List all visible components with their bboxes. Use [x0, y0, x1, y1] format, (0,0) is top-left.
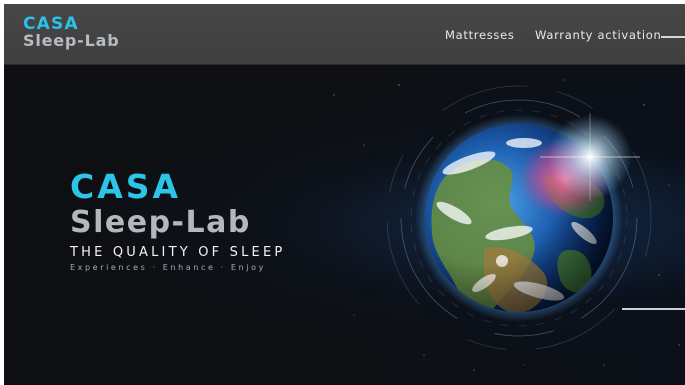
main-nav: Mattresses Warranty activation — [4, 28, 685, 44]
hero-subline: Experiences · Enhance · Enjoy — [70, 263, 266, 272]
top-navigation-bar: CASA Sleep-Lab Mattresses Warranty activ… — [4, 4, 685, 65]
hero-logo: CASA Sleep-Lab — [70, 169, 251, 241]
hero-logo-casa: CASA — [70, 167, 182, 206]
earth-image — [386, 85, 652, 351]
hero-logo-sleep-lab: Sleep-Lab — [70, 205, 251, 240]
page-frame: CASA Sleep-Lab Mattresses Warranty activ… — [4, 4, 685, 385]
nav-link-warranty-activation[interactable]: Warranty activation — [535, 28, 662, 42]
nav-link-mattresses[interactable]: Mattresses — [445, 28, 515, 42]
hero-banner: CASA Sleep-Lab THE QUALITY OF SLEEP Expe… — [4, 65, 685, 385]
slide-indicator-line[interactable] — [622, 308, 685, 310]
menu-line-icon[interactable] — [661, 36, 685, 38]
hero-tagline: THE QUALITY OF SLEEP — [70, 245, 286, 260]
